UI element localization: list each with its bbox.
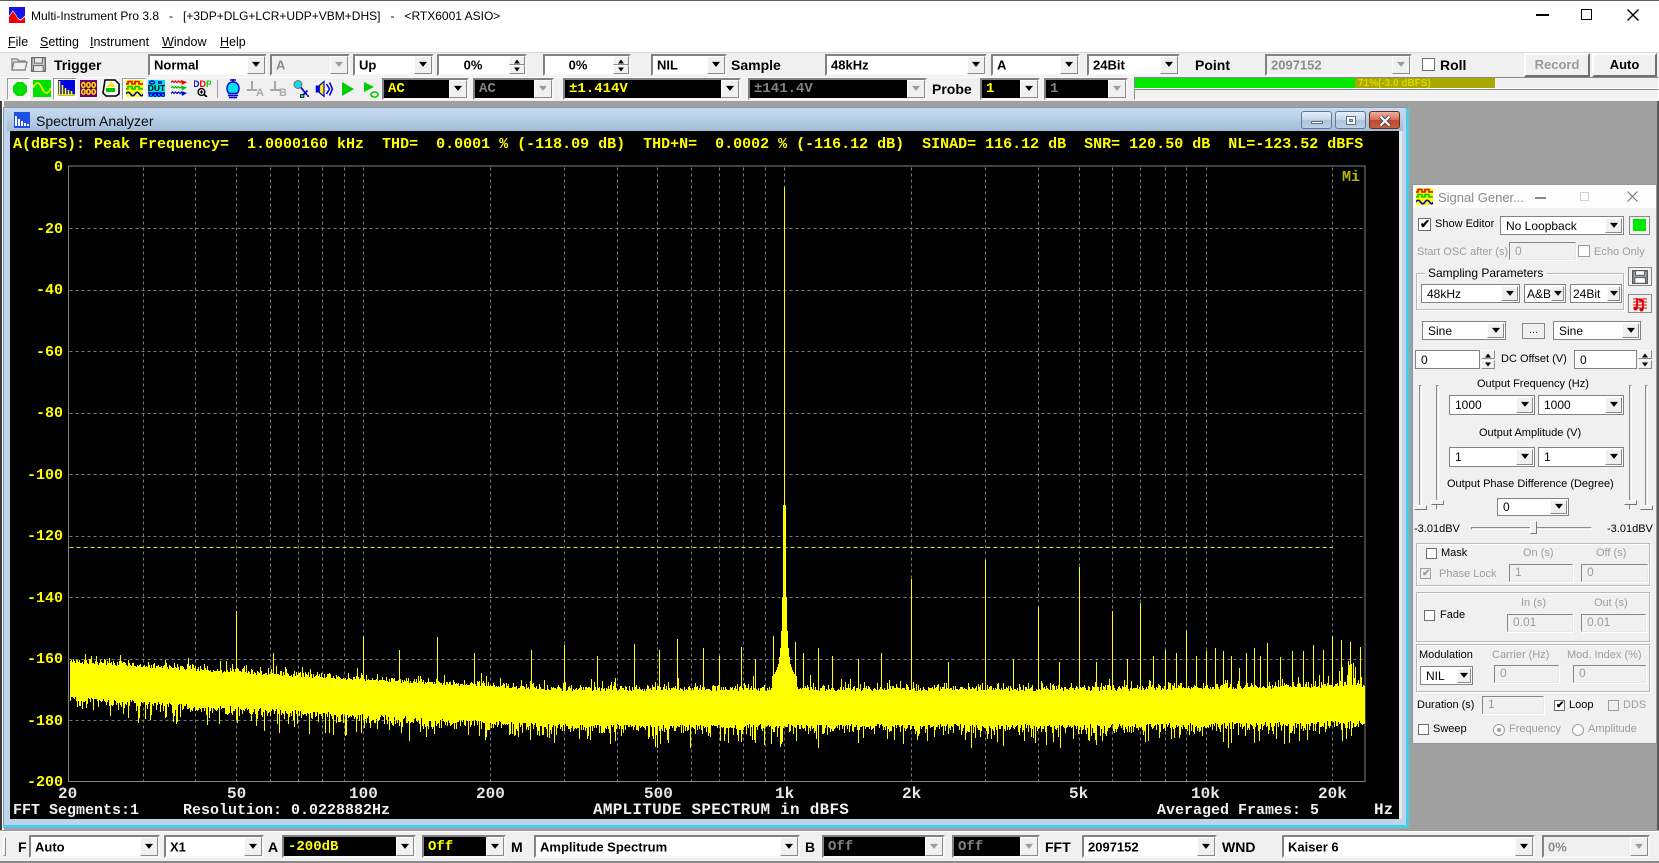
svg-text:P: P xyxy=(206,79,211,89)
svg-text:A: A xyxy=(256,87,264,97)
svg-text:DUT: DUT xyxy=(148,83,165,93)
svg-text:B: B xyxy=(279,87,287,97)
